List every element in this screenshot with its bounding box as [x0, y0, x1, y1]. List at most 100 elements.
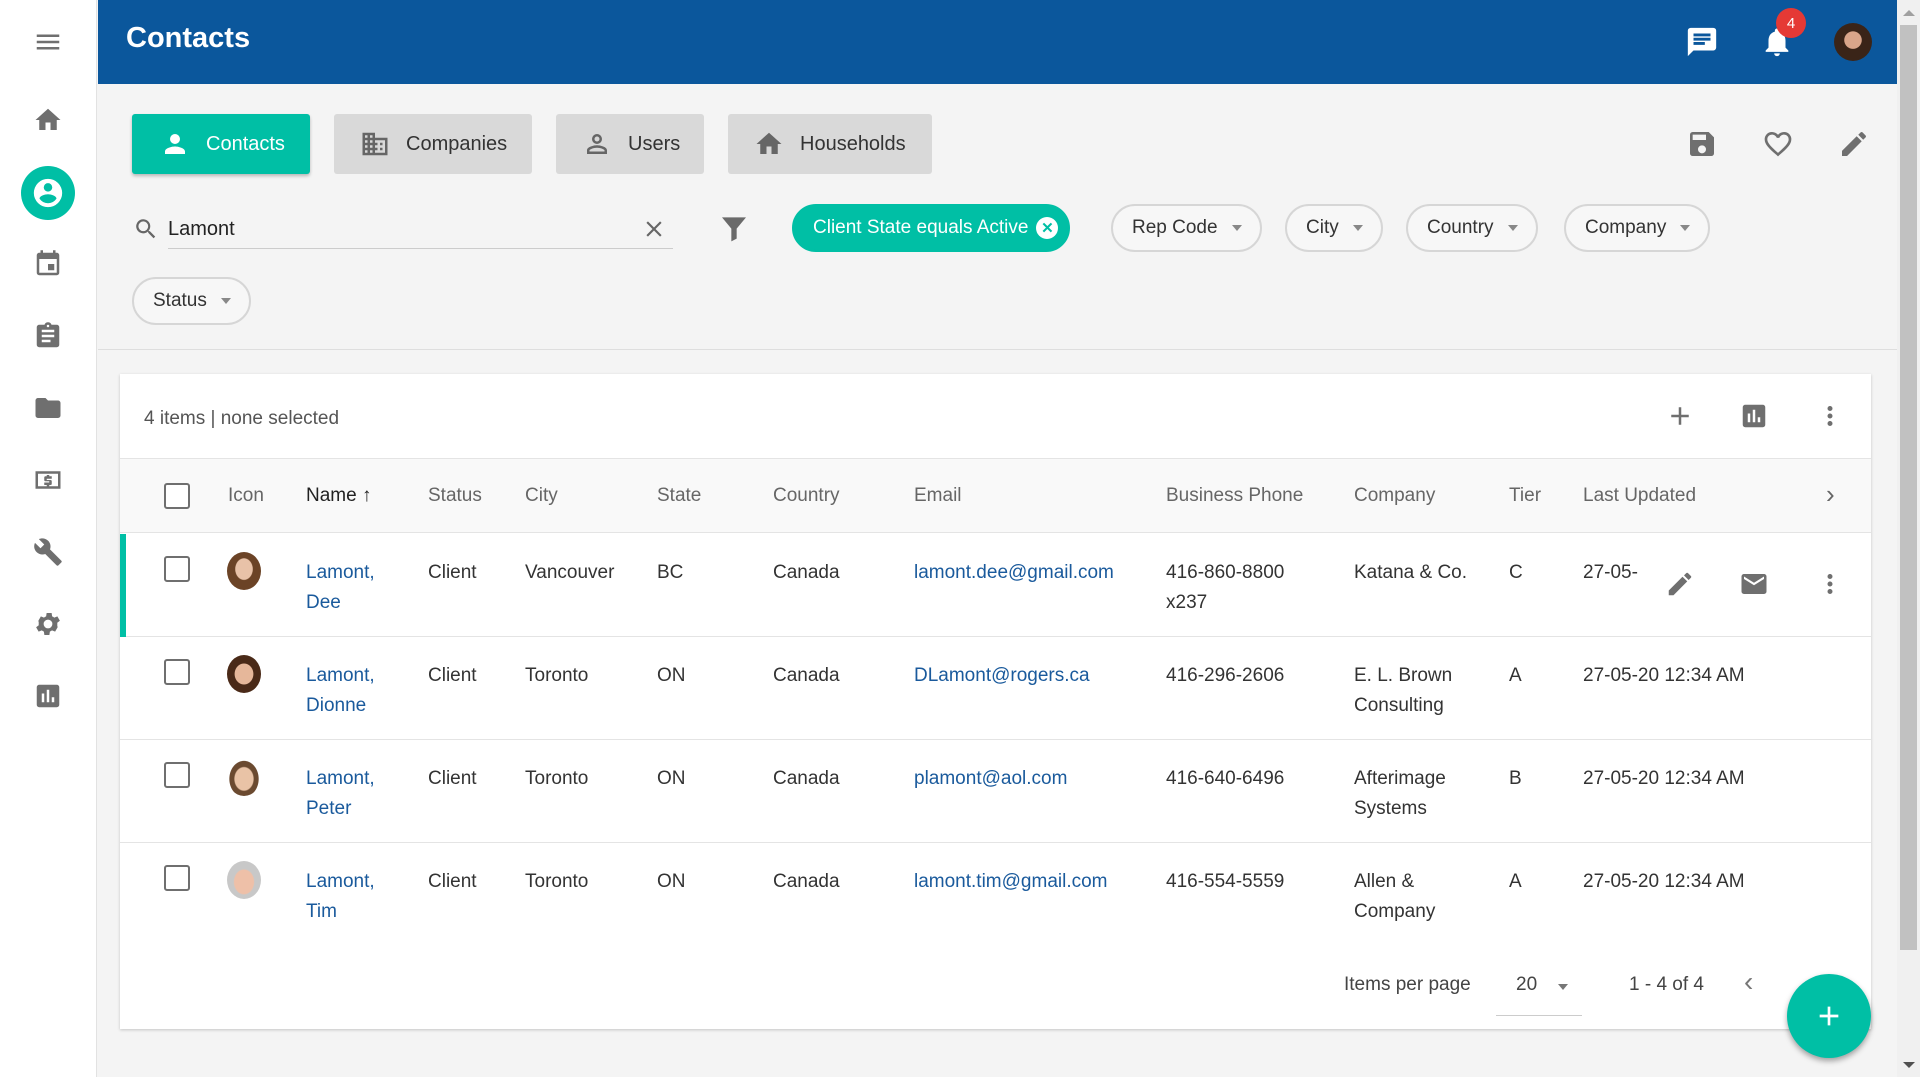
menu-icon — [36, 34, 60, 50]
contact-avatar — [227, 758, 261, 796]
sidebar-item-calendar[interactable] — [22, 238, 74, 290]
row-edit-button[interactable] — [1660, 564, 1700, 604]
search-input[interactable] — [168, 210, 638, 248]
previous-page-button[interactable]: ‹ — [1744, 966, 1753, 998]
filter-chip-country[interactable]: Country — [1406, 204, 1538, 252]
cell-email[interactable]: DLamont@rogers.ca — [914, 661, 1090, 691]
scroll-up-arrow-icon[interactable] — [1903, 10, 1915, 16]
sidebar-item-tools[interactable] — [22, 526, 74, 578]
clear-search-icon[interactable] — [641, 216, 667, 242]
row-checkbox[interactable] — [164, 556, 190, 582]
row-checkbox[interactable] — [164, 865, 190, 891]
filter-chip-company[interactable]: Company — [1564, 204, 1711, 252]
more-options-button[interactable] — [1810, 396, 1850, 436]
items-per-page-select[interactable]: 20 — [1496, 974, 1582, 1016]
table-row[interactable]: Lamont, Tim Client Toronto ON Canada lamo… — [120, 843, 1871, 946]
add-fab-button[interactable] — [1787, 974, 1871, 1058]
clipboard-icon — [36, 322, 60, 348]
contact-avatar — [227, 861, 261, 899]
column-header-city[interactable]: City — [525, 485, 558, 507]
column-header-country[interactable]: Country — [773, 485, 840, 507]
contact-name-link[interactable]: Lamont, Dionne — [306, 661, 375, 721]
tab-companies[interactable]: Companies — [334, 114, 532, 174]
cell-phone: 416-640-6496 — [1166, 768, 1285, 789]
table-row[interactable]: Lamont, Dee Client Vancouver BC Canada la… — [120, 534, 1871, 637]
chip-label: Country — [1427, 217, 1494, 238]
column-header-tier[interactable]: Tier — [1509, 485, 1541, 507]
sidebar-item-settings[interactable] — [22, 598, 74, 650]
company-line: Systems — [1354, 798, 1427, 819]
row-more-button[interactable] — [1810, 564, 1850, 604]
filter-icon[interactable] — [718, 212, 750, 244]
contact-name-link[interactable]: Lamont, Dee — [306, 558, 375, 618]
column-header-last-updated[interactable]: Last Updated — [1583, 485, 1696, 507]
sidebar-item-tasks[interactable] — [22, 310, 74, 362]
sidebar-item-billing[interactable] — [22, 454, 74, 506]
chip-label: Company — [1585, 217, 1667, 238]
column-header-company[interactable]: Company — [1354, 485, 1435, 507]
cell-email[interactable]: lamont.dee@gmail.com — [914, 558, 1114, 588]
cell-country: Canada — [773, 871, 840, 892]
tab-users[interactable]: Users — [556, 114, 704, 174]
column-header-state[interactable]: State — [657, 485, 701, 507]
phone-line: x237 — [1166, 592, 1208, 613]
plus-icon — [1819, 1006, 1839, 1026]
contact-name-link[interactable]: Lamont, Peter — [306, 764, 375, 824]
cell-last-updated: 27-05- — [1583, 562, 1638, 583]
save-icon — [1690, 132, 1714, 156]
row-email-button[interactable] — [1734, 564, 1774, 604]
caret-down-icon — [1558, 984, 1568, 990]
user-avatar[interactable] — [1834, 23, 1872, 61]
notification-badge: 4 — [1776, 8, 1806, 38]
column-header-email[interactable]: Email — [914, 485, 962, 507]
selection-summary: 4 items | none selected — [144, 408, 340, 429]
scroll-columns-right-icon[interactable]: › — [1826, 479, 1835, 510]
section-divider — [98, 349, 1897, 350]
chart-view-button[interactable] — [1734, 396, 1774, 436]
filter-chip-rep-code[interactable]: Rep Code — [1111, 204, 1262, 252]
menu-button[interactable] — [22, 16, 74, 68]
table-row[interactable]: Lamont, Peter Client Toronto ON Canada pl… — [120, 740, 1871, 843]
filter-chip-city[interactable]: City — [1285, 204, 1383, 252]
column-header-name[interactable]: Name ↑ — [306, 485, 371, 507]
money-icon — [35, 471, 61, 489]
cell-state: ON — [657, 768, 686, 789]
tab-households[interactable]: Households — [728, 114, 932, 174]
filter-chip-status[interactable]: Status — [132, 277, 251, 325]
sidebar-item-documents[interactable] — [22, 382, 74, 434]
column-header-business-phone[interactable]: Business Phone — [1166, 485, 1303, 507]
cell-phone: 416-296-2606 — [1166, 665, 1285, 686]
column-header-status[interactable]: Status — [428, 485, 482, 507]
page-scrollbar[interactable] — [1897, 0, 1920, 1077]
more-vert-icon — [1827, 406, 1833, 426]
person-icon — [165, 134, 185, 154]
cell-status: Client — [428, 665, 477, 686]
scrollbar-thumb[interactable] — [1900, 25, 1917, 950]
contact-name-link[interactable]: Lamont, Tim — [306, 867, 375, 927]
scroll-down-arrow-icon[interactable] — [1903, 1062, 1915, 1068]
cell-email[interactable]: lamont.tim@gmail.com — [914, 867, 1108, 897]
tab-contacts[interactable]: Contacts — [132, 114, 310, 174]
cell-last-updated: 27-05-20 12:34 AM — [1583, 665, 1745, 686]
row-checkbox[interactable] — [164, 659, 190, 685]
table-row[interactable]: Lamont, Dionne Client Toronto ON Canada D… — [120, 637, 1871, 740]
edit-button[interactable] — [1834, 124, 1874, 164]
folder-icon — [35, 398, 61, 418]
select-all-checkbox[interactable] — [164, 483, 190, 509]
name-line: Lamont, — [306, 871, 375, 892]
remove-filter-icon[interactable]: ✕ — [1036, 217, 1059, 239]
wrench-icon — [34, 538, 62, 566]
sidebar-item-reports[interactable] — [22, 670, 74, 722]
chart-icon — [36, 684, 60, 708]
active-filter-chip[interactable]: Client State equals Active ✕ — [792, 204, 1071, 252]
add-contact-button[interactable] — [1660, 396, 1700, 436]
row-checkbox[interactable] — [164, 762, 190, 788]
chat-button[interactable] — [1682, 22, 1722, 62]
cell-email[interactable]: plamont@aol.com — [914, 764, 1067, 794]
save-button[interactable] — [1682, 124, 1722, 164]
sidebar-item-home[interactable] — [22, 94, 74, 146]
items-per-page-label: Items per page — [1344, 974, 1471, 995]
sidebar-item-contacts[interactable] — [21, 166, 75, 220]
favorite-button[interactable] — [1758, 124, 1798, 164]
search-icon — [136, 219, 156, 239]
